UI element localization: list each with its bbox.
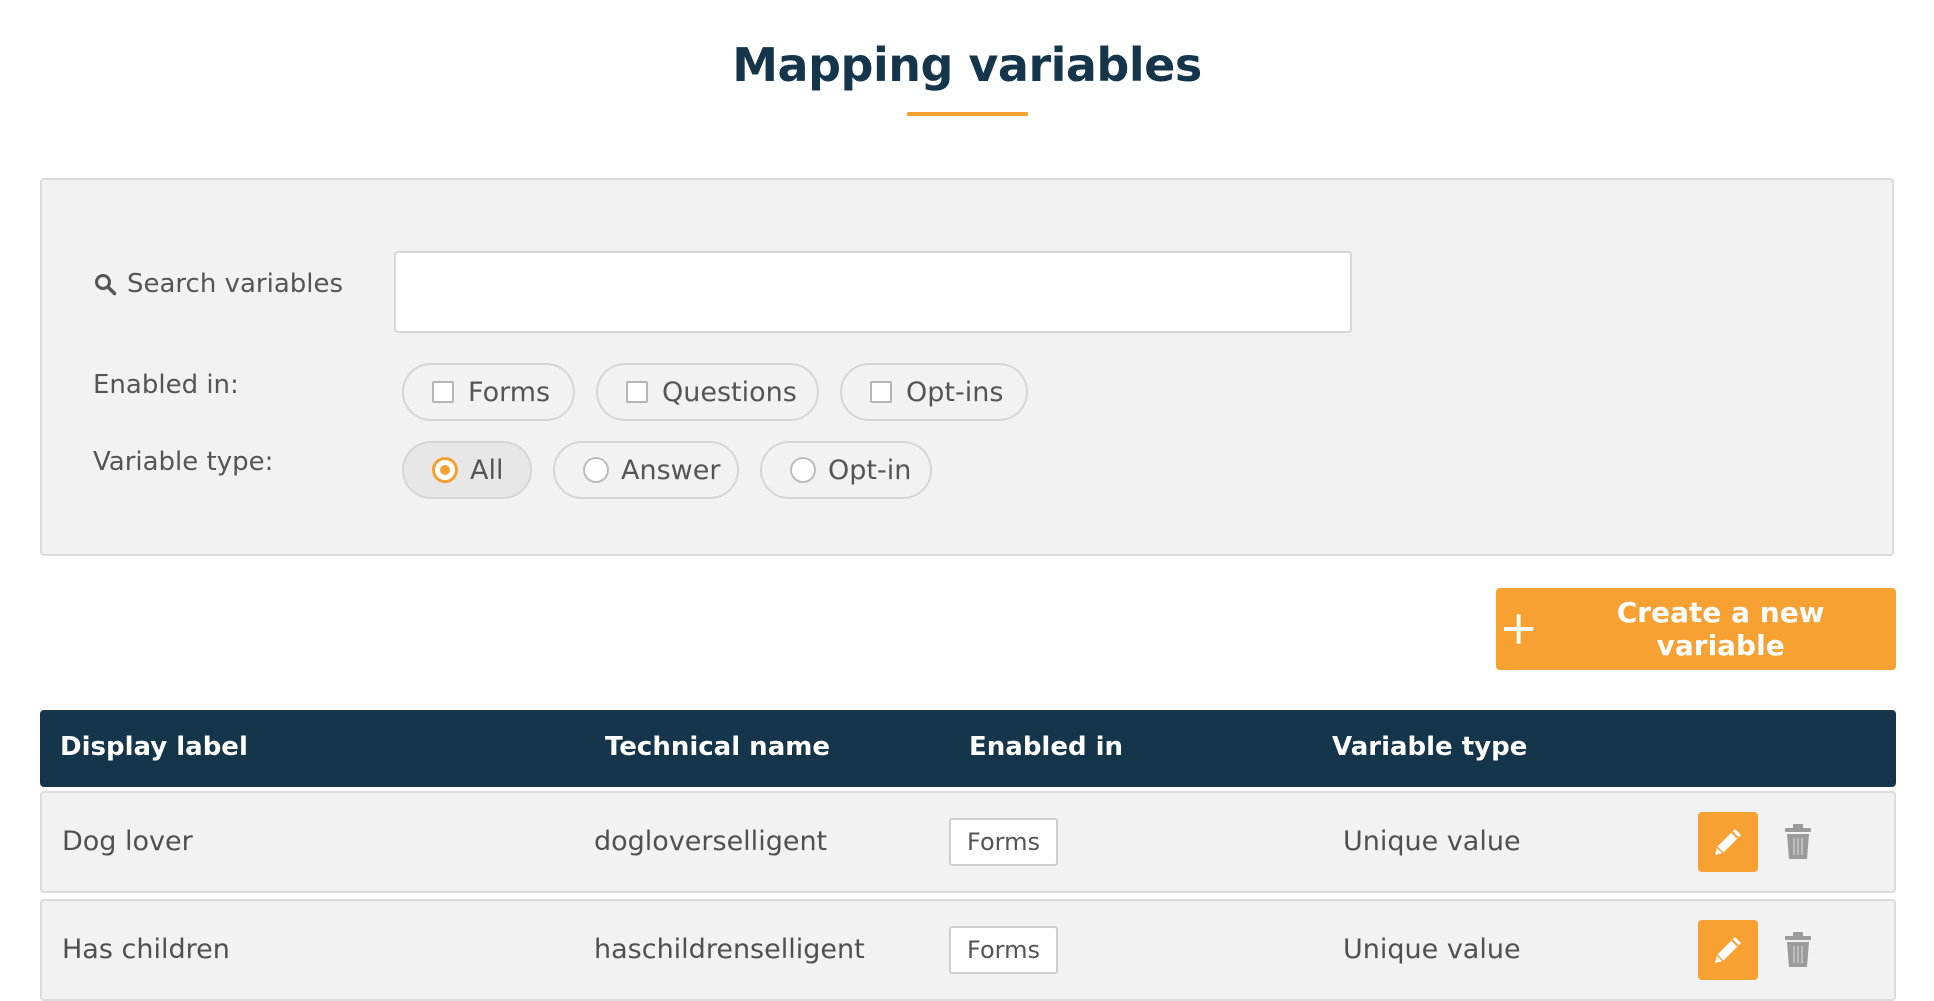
search-input[interactable]	[394, 251, 1352, 333]
trash-icon	[1785, 932, 1811, 967]
trash-icon	[1785, 824, 1811, 859]
radio-label: Answer	[621, 454, 721, 486]
cell-display-label: Dog lover	[62, 826, 193, 857]
cell-technical-name: haschildrenselligent	[594, 934, 865, 965]
radio-circle	[432, 457, 458, 483]
cell-variable-type: Unique value	[1343, 826, 1521, 857]
variable-type-answer-radio[interactable]: Answer	[553, 441, 739, 499]
delete-button[interactable]	[1778, 927, 1818, 973]
checkbox-box	[626, 381, 648, 403]
enabled-in-tag: Forms	[949, 926, 1058, 974]
column-header-display-label[interactable]: Display label	[60, 732, 248, 762]
checkbox-box	[432, 381, 454, 403]
cell-display-label: Has children	[62, 934, 230, 965]
enabled-in-tag: Forms	[949, 818, 1058, 866]
table-header: Display label Technical name Enabled in …	[40, 710, 1896, 787]
enabled-in-questions-checkbox[interactable]: Questions	[596, 363, 819, 421]
enabled-in-optins-checkbox[interactable]: Opt-ins	[840, 363, 1028, 421]
search-label-text: Search variables	[127, 269, 344, 299]
title-underline	[907, 112, 1028, 116]
cell-technical-name: dogloverselligent	[594, 826, 828, 857]
cell-variable-type: Unique value	[1343, 934, 1521, 965]
table-row: Has children haschildrenselligent Forms …	[40, 899, 1896, 1001]
create-variable-label: Create a new variable	[1616, 596, 1825, 662]
edit-button[interactable]	[1698, 920, 1758, 980]
search-icon	[95, 274, 117, 296]
column-header-enabled-in[interactable]: Enabled in	[969, 732, 1123, 762]
pencil-icon	[1715, 937, 1741, 963]
edit-button[interactable]	[1698, 812, 1758, 872]
search-label: Search variables	[93, 266, 343, 302]
create-variable-button[interactable]: Create a new variable	[1496, 588, 1896, 670]
column-header-variable-type[interactable]: Variable type	[1332, 732, 1527, 762]
filter-panel: Search variables Enabled in: Forms Quest…	[40, 178, 1894, 556]
column-header-technical-name[interactable]: Technical name	[605, 732, 830, 762]
variable-type-optin-radio[interactable]: Opt-in	[760, 441, 932, 499]
checkbox-label: Questions	[662, 376, 797, 408]
checkbox-label: Forms	[468, 376, 551, 408]
variable-type-label: Variable type:	[93, 447, 274, 477]
delete-button[interactable]	[1778, 819, 1818, 865]
table-row: Dog lover dogloverselligent Forms Unique…	[40, 791, 1896, 893]
radio-circle	[790, 457, 816, 483]
radio-circle	[583, 457, 609, 483]
checkbox-box	[870, 381, 892, 403]
checkbox-label: Opt-ins	[906, 376, 1004, 408]
page-title: Mapping variables	[732, 38, 1202, 92]
radio-label: All	[470, 454, 504, 486]
plus-icon	[1503, 614, 1534, 644]
pencil-icon	[1715, 829, 1741, 855]
enabled-in-label: Enabled in:	[93, 370, 239, 400]
radio-label: Opt-in	[828, 454, 912, 486]
variable-type-all-radio[interactable]: All	[402, 441, 532, 499]
enabled-in-forms-checkbox[interactable]: Forms	[402, 363, 575, 421]
